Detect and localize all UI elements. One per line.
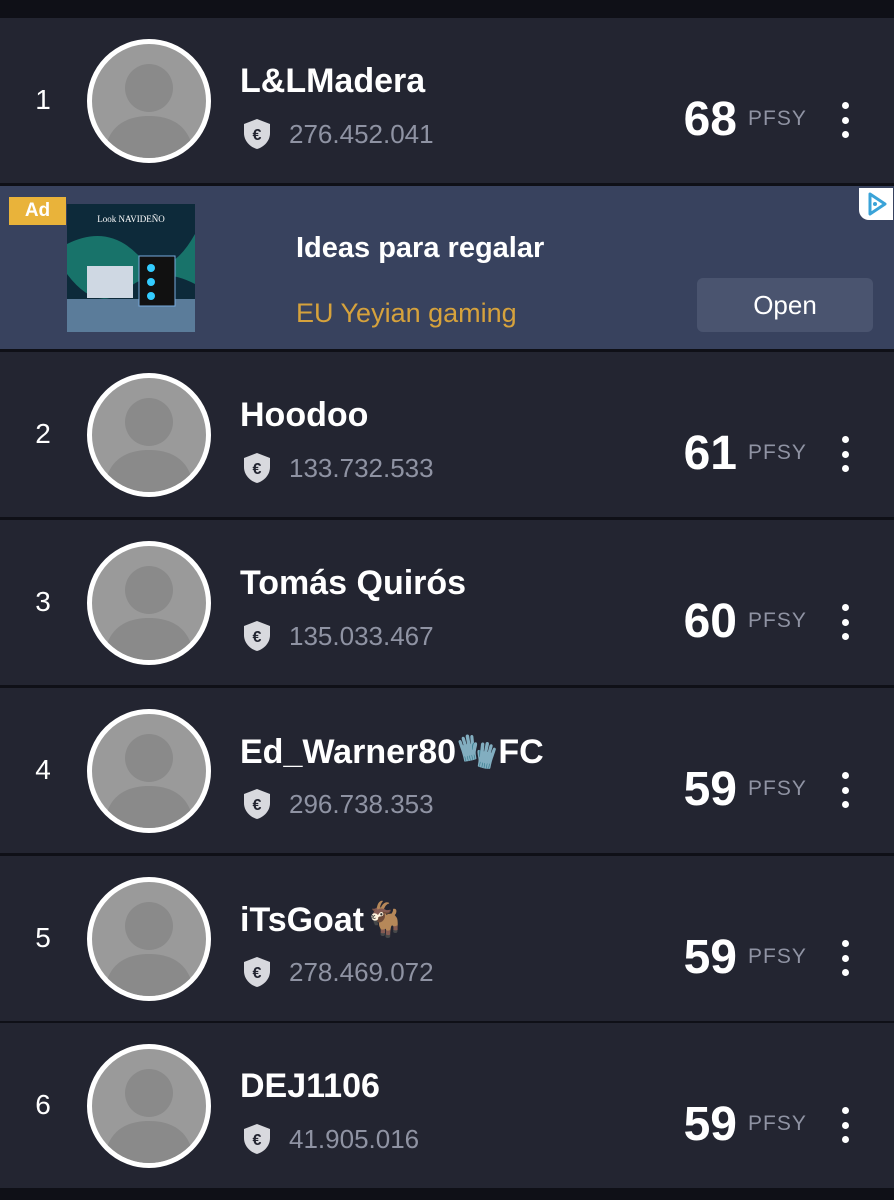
leaderboard-row[interactable]: 4 Ed_Warner80🧤FC € 296.738.353 59 PFSY (0, 688, 894, 853)
team-value: € 278.469.072 (242, 956, 434, 988)
more-options-icon[interactable] (832, 1107, 858, 1143)
money-value: 276.452.041 (289, 118, 434, 149)
more-options-icon[interactable] (832, 102, 858, 138)
points-unit: PFSY (748, 107, 807, 130)
user-avatar-icon[interactable] (87, 709, 211, 833)
ad-badge: Ad (9, 197, 66, 225)
money-value: 135.033.467 (289, 620, 434, 651)
leaderboard-row[interactable]: 5 iTsGoat🐐 € 278.469.072 59 PFSY (0, 856, 894, 1021)
points-value: 59 (683, 763, 737, 816)
ad-title[interactable]: Ideas para regalar (296, 232, 544, 265)
ad-advertiser[interactable]: EU Yeyian gaming (296, 298, 517, 329)
user-avatar-icon[interactable] (87, 541, 211, 665)
team-value: € 135.033.467 (242, 620, 434, 652)
euro-shield-icon: € (244, 621, 270, 651)
leaderboard-row[interactable]: 2 Hoodoo € 133.732.533 61 PFSY (0, 352, 894, 517)
rank-number: 2 (35, 418, 51, 449)
points-value: 60 (683, 595, 737, 648)
money-value: 296.738.353 (289, 788, 434, 819)
more-options-icon[interactable] (832, 940, 858, 976)
svg-text:€: € (253, 629, 262, 646)
points-value: 61 (683, 427, 737, 480)
user-avatar-icon[interactable] (87, 877, 211, 1001)
team-value: € 296.738.353 (242, 788, 434, 820)
points-unit: PFSY (748, 609, 807, 632)
points-value: 68 (683, 93, 737, 146)
points-unit: PFSY (748, 777, 807, 800)
team-value: € 41.905.016 (242, 1123, 419, 1155)
player-name[interactable]: DEJ1106 (240, 1067, 380, 1106)
player-name[interactable]: Tomás Quirós (240, 564, 466, 603)
svg-text:€: € (253, 965, 262, 982)
euro-shield-icon: € (244, 1124, 270, 1154)
ad-open-button[interactable]: Open (697, 278, 873, 332)
euro-shield-icon: € (244, 957, 270, 987)
svg-text:€: € (253, 461, 262, 478)
user-avatar-icon[interactable] (87, 373, 211, 497)
money-value: 133.732.533 (289, 452, 434, 483)
svg-text:€: € (253, 127, 262, 144)
adchoices-icon[interactable] (859, 188, 893, 220)
euro-shield-icon: € (244, 789, 270, 819)
rank-number: 5 (35, 922, 51, 953)
rank-number: 4 (35, 754, 51, 785)
ad-image[interactable]: Look NAVIDEÑO (67, 204, 195, 332)
leaderboard-row[interactable]: 3 Tomás Quirós € 135.033.467 60 PFSY (0, 520, 894, 685)
team-value: € 133.732.533 (242, 452, 434, 484)
points-value: 59 (683, 1098, 737, 1151)
top-bar (0, 0, 894, 17)
money-value: 278.469.072 (289, 956, 434, 987)
svg-text:€: € (253, 1132, 262, 1149)
points-unit: PFSY (748, 1112, 807, 1135)
rank-number: 6 (35, 1089, 51, 1120)
more-options-icon[interactable] (832, 604, 858, 640)
player-name[interactable]: L&LMadera (240, 62, 425, 101)
ad-thumb-text: Look NAVIDEÑO (97, 214, 165, 224)
money-value: 41.905.016 (289, 1123, 420, 1154)
leaderboard-row[interactable]: 6 DEJ1106 € 41.905.016 59 PFSY (0, 1023, 894, 1188)
points-unit: PFSY (748, 441, 807, 464)
user-avatar-icon[interactable] (87, 1044, 211, 1168)
svg-text:€: € (253, 797, 262, 814)
leaderboard-row[interactable]: 1 L&LMadera € 276.452.041 68 PFSY (0, 18, 894, 183)
points-value: 59 (683, 931, 737, 984)
player-name[interactable]: iTsGoat🐐 (240, 900, 406, 940)
more-options-icon[interactable] (832, 436, 858, 472)
player-name[interactable]: Ed_Warner80🧤FC (240, 732, 544, 772)
points-unit: PFSY (748, 945, 807, 968)
team-value: € 276.452.041 (242, 118, 434, 150)
user-avatar-icon[interactable] (87, 39, 211, 163)
rank-number: 3 (35, 586, 51, 617)
euro-shield-icon: € (244, 119, 270, 149)
player-name[interactable]: Hoodoo (240, 396, 368, 435)
rank-number: 1 (35, 84, 51, 115)
euro-shield-icon: € (244, 453, 270, 483)
more-options-icon[interactable] (832, 772, 858, 808)
